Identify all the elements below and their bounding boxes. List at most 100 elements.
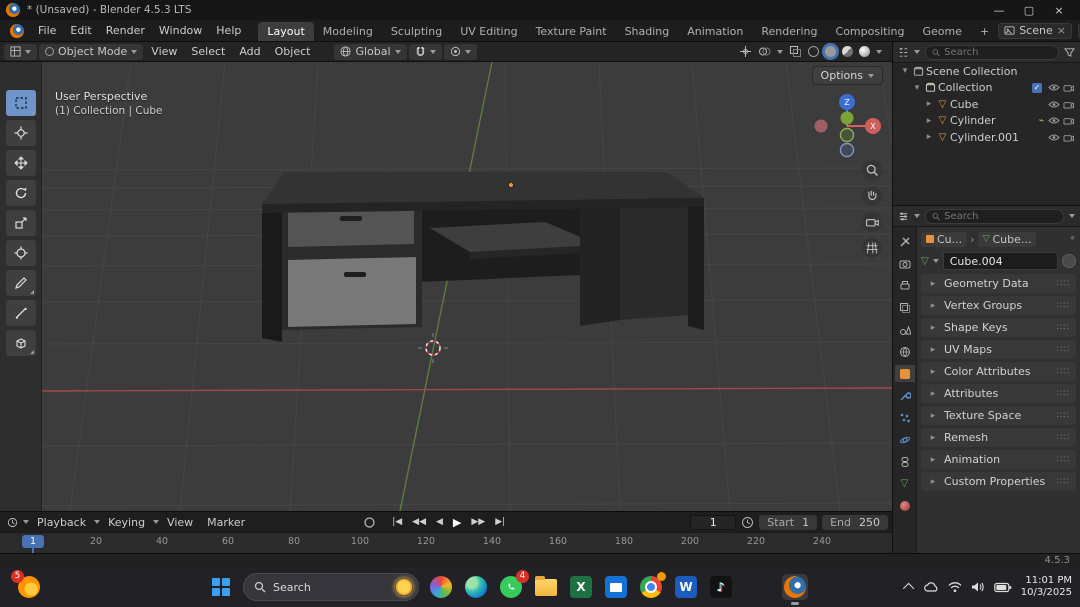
file-explorer-icon[interactable]	[533, 574, 559, 600]
zoom-icon[interactable]	[862, 160, 882, 180]
timeline-ruler[interactable]: 1 20 40 60 80 100 120 140 160 180 200 22…	[0, 532, 892, 553]
panel-texture-space[interactable]: ▸ Texture Space ∷∷	[921, 406, 1076, 425]
workspace-tab-animation[interactable]: Animation	[678, 22, 752, 41]
calendar-icon[interactable]	[603, 574, 629, 600]
tab-scene[interactable]	[895, 321, 915, 338]
tab-constraints[interactable]	[895, 453, 915, 470]
frame-end-field[interactable]: End 250	[822, 514, 888, 530]
shading-rendered-icon[interactable]	[859, 46, 870, 57]
edge-icon[interactable]	[463, 574, 489, 600]
onedrive-cloud-icon[interactable]	[923, 581, 939, 593]
hide-viewport-eye-icon[interactable]	[1046, 100, 1061, 109]
workspace-tab-geometry-nodes[interactable]: Geome	[913, 22, 971, 41]
desk-model[interactable]	[262, 172, 704, 342]
wifi-icon[interactable]	[948, 581, 962, 593]
browse-mesh-dropdown-icon[interactable]	[932, 259, 939, 263]
workspace-tab-layout[interactable]: Layout	[258, 22, 314, 41]
tab-material[interactable]	[895, 497, 915, 514]
whatsapp-icon[interactable]: 4	[498, 570, 529, 600]
menu-render[interactable]: Render	[99, 20, 152, 41]
tool-add-cube[interactable]	[5, 330, 36, 356]
menu-object[interactable]: Object	[269, 45, 317, 58]
snapping-button[interactable]	[408, 43, 442, 60]
blender-menu-icon[interactable]	[0, 20, 31, 41]
disable-render-camera-icon[interactable]	[1061, 116, 1076, 125]
shading-wireframe-icon[interactable]	[808, 46, 819, 57]
panel-vertex-groups[interactable]: ▸ Vertex Groups ∷∷	[921, 296, 1076, 315]
taskbar-search[interactable]: Search	[243, 573, 419, 601]
frame-start-field[interactable]: Start 1	[759, 514, 818, 530]
disable-render-camera-icon[interactable]	[1061, 133, 1076, 142]
volume-icon[interactable]	[971, 581, 985, 593]
tab-world[interactable]	[895, 343, 915, 360]
menu-view-timeline[interactable]: View	[161, 516, 199, 529]
add-workspace-button[interactable]: +	[971, 22, 998, 41]
viewport-canvas[interactable]	[42, 62, 892, 511]
workspace-tab-shading[interactable]: Shading	[616, 22, 679, 41]
tab-physics[interactable]	[895, 431, 915, 448]
toggle-grid-icon[interactable]	[862, 238, 882, 258]
menu-view[interactable]: View	[145, 45, 183, 58]
proportional-editing-button[interactable]	[443, 43, 477, 60]
workspace-tab-uv-editing[interactable]: UV Editing	[451, 22, 526, 41]
menu-help[interactable]: Help	[209, 20, 248, 41]
show-gizmo-icon[interactable]	[739, 45, 752, 58]
properties-search-input[interactable]	[944, 210, 1057, 222]
outliner-row-collection[interactable]: ▾ Collection ✓	[893, 80, 1080, 97]
panel-attributes[interactable]: ▸ Attributes ∷∷	[921, 384, 1076, 403]
minimize-button[interactable]: —	[984, 0, 1014, 20]
timeline-editor-icon[interactable]	[7, 517, 18, 528]
tab-view-layer[interactable]	[895, 299, 915, 316]
hide-viewport-eye-icon[interactable]	[1046, 116, 1061, 125]
tool-rotate[interactable]	[5, 180, 36, 206]
word-icon[interactable]: W	[673, 574, 699, 600]
hide-viewport-eye-icon[interactable]	[1046, 83, 1061, 92]
menu-file[interactable]: File	[31, 20, 63, 41]
tool-scale[interactable]	[5, 210, 36, 236]
panel-color-attributes[interactable]: ▸ Color Attributes ∷∷	[921, 362, 1076, 381]
tab-output[interactable]	[895, 277, 915, 294]
panel-uv-maps[interactable]: ▸ UV Maps ∷∷	[921, 340, 1076, 359]
scene-selector[interactable]: Scene ×	[998, 22, 1072, 39]
tool-measure[interactable]	[5, 300, 36, 326]
tab-tool[interactable]	[895, 233, 915, 250]
outliner-search-input[interactable]	[944, 46, 1052, 58]
breadcrumb-mesh-data[interactable]: ▽ Cube...	[977, 231, 1037, 247]
tab-render[interactable]	[895, 255, 915, 272]
tab-particles[interactable]	[895, 409, 915, 426]
workspace-tab-compositing[interactable]: Compositing	[827, 22, 914, 41]
overlays-dropdown-icon[interactable]	[777, 49, 783, 54]
menu-playback[interactable]: Playback	[31, 516, 92, 529]
tool-transform[interactable]	[5, 240, 36, 266]
firefox-icon[interactable]: 5	[11, 570, 42, 600]
properties-filter-dropdown-icon[interactable]	[1069, 214, 1075, 218]
fake-user-shield-icon[interactable]	[1062, 254, 1076, 268]
filter-icon[interactable]	[1064, 47, 1075, 58]
current-frame-field[interactable]: 1	[690, 514, 737, 530]
menu-add[interactable]: Add	[233, 45, 266, 58]
play-button[interactable]: ▶	[449, 516, 465, 529]
gizmo-neg-x-axis[interactable]	[814, 119, 828, 133]
mode-selector[interactable]: Object Mode	[39, 43, 144, 60]
navigation-gizmo[interactable]: Z X	[811, 90, 883, 162]
playhead[interactable]: 1	[22, 535, 44, 548]
hide-viewport-eye-icon[interactable]	[1046, 133, 1061, 142]
start-button[interactable]	[208, 574, 234, 600]
collection-checkbox[interactable]: ✓	[1032, 82, 1042, 93]
panel-shape-keys[interactable]: ▸ Shape Keys ∷∷	[921, 318, 1076, 337]
tray-clock[interactable]: 11:01 PM 10/3/2025	[1021, 575, 1072, 599]
tiktok-icon[interactable]: ♪	[708, 574, 734, 600]
battery-icon[interactable]	[993, 582, 1012, 593]
weather-sun-icon[interactable]	[395, 578, 413, 596]
workspace-tab-sculpting[interactable]: Sculpting	[382, 22, 451, 41]
disable-render-camera-icon[interactable]	[1061, 100, 1076, 109]
gizmo-neg-z-axis[interactable]	[839, 142, 855, 158]
clock-icon[interactable]	[741, 516, 754, 529]
next-keyframe-button[interactable]: ▶▶	[467, 517, 489, 527]
gizmo-neg-y-axis[interactable]	[839, 127, 855, 143]
transform-orientation-selector[interactable]: Global	[334, 43, 407, 60]
workspace-tab-texture-paint[interactable]: Texture Paint	[527, 22, 616, 41]
shading-solid-icon[interactable]	[825, 46, 836, 57]
tray-overflow-chevron-icon[interactable]	[902, 582, 914, 595]
shading-material-icon[interactable]	[842, 46, 853, 57]
